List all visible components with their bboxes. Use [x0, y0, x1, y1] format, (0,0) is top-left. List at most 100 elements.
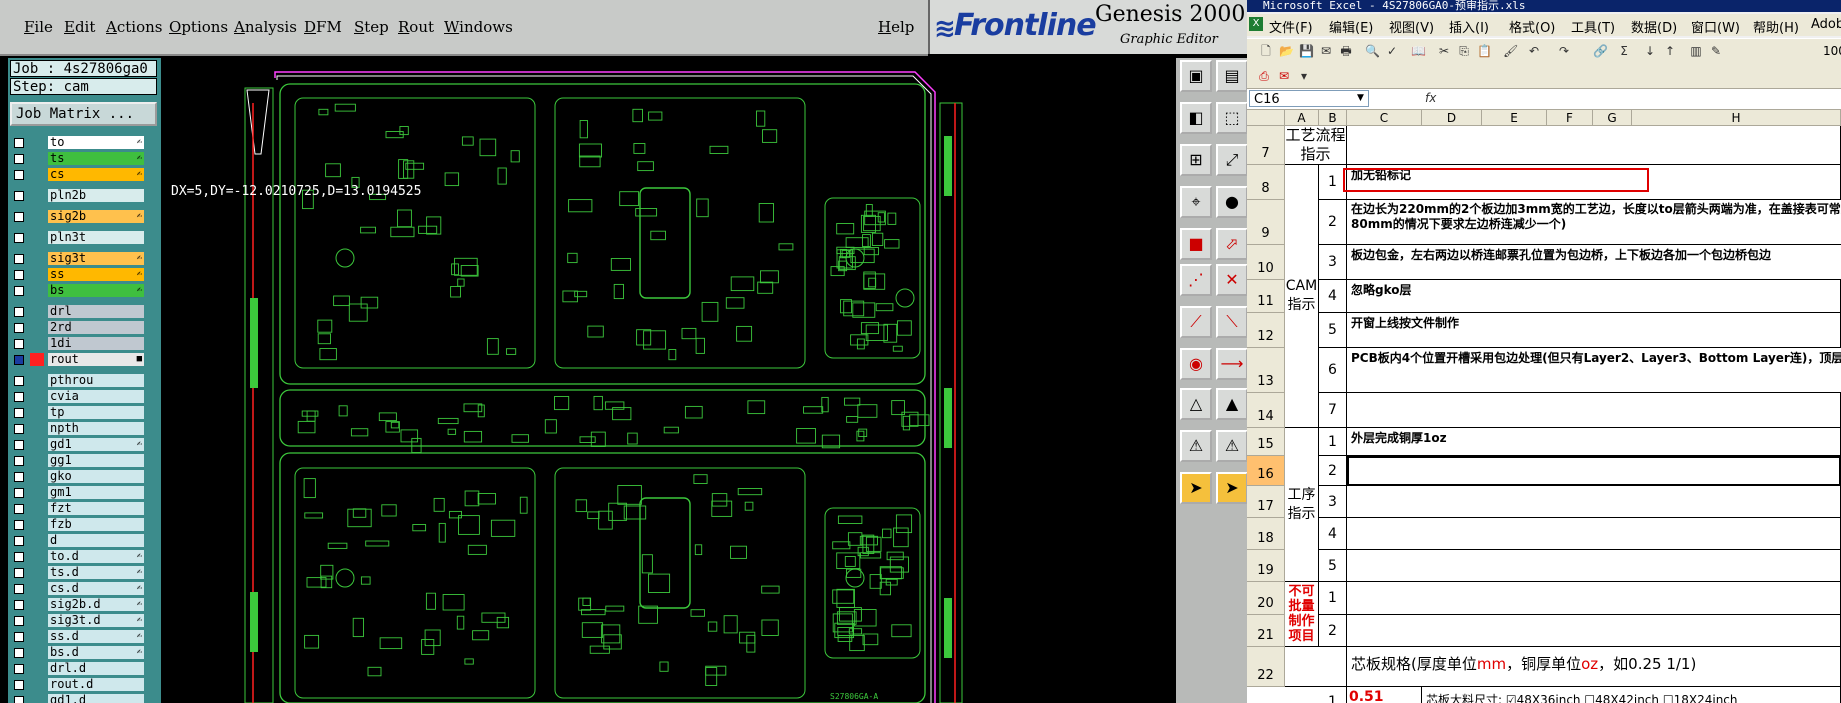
- layer-checkbox[interactable]: [14, 154, 24, 164]
- select-icon[interactable]: ■: [1180, 228, 1212, 260]
- layer-name[interactable]: sig3t.d ✍: [48, 614, 144, 627]
- core-row-number[interactable]: 1: [1319, 687, 1347, 703]
- menu-file[interactable]: File: [24, 18, 53, 36]
- column-header-d[interactable]: D: [1422, 110, 1482, 126]
- pad-icon[interactable]: ◉: [1180, 348, 1212, 380]
- layer-row-pln3t[interactable]: pln3t: [12, 231, 152, 245]
- xmenu-insert[interactable]: 插入(I): [1449, 17, 1489, 36]
- layer-row-npth[interactable]: npth: [12, 422, 152, 436]
- layer-checkbox[interactable]: [14, 488, 24, 498]
- layer-row-gm1[interactable]: gm1: [12, 486, 152, 500]
- pointer-alt-icon[interactable]: ➤: [1216, 472, 1247, 504]
- row-header-10[interactable]: 10: [1247, 245, 1285, 280]
- menu-windows[interactable]: Windows: [444, 18, 513, 36]
- layer-checkbox[interactable]: [14, 170, 24, 180]
- paste-icon[interactable]: 📋: [1477, 44, 1492, 58]
- row-header-20[interactable]: 20: [1247, 582, 1285, 615]
- layer-checkbox[interactable]: [14, 536, 24, 546]
- layer-name[interactable]: 2rd: [48, 321, 144, 334]
- cam-item-number[interactable]: 5: [1319, 313, 1347, 348]
- active-cell-c16[interactable]: [1347, 456, 1841, 486]
- layer-name[interactable]: ss ✍: [48, 268, 144, 281]
- layer-name[interactable]: to.d ✍: [48, 550, 144, 563]
- graphic-canvas[interactable]: S27806GA-A DX=5,DY=-12.0210725,D=13.0194…: [165, 58, 1176, 703]
- menu-actions[interactable]: Actions: [106, 18, 162, 36]
- layer-name[interactable]: sig3t ✍: [48, 252, 144, 265]
- menu-options[interactable]: Options: [169, 18, 228, 36]
- menu-step[interactable]: Step: [354, 18, 389, 36]
- drawing-icon[interactable]: ✎: [1709, 44, 1723, 58]
- nonbatch-item-text[interactable]: [1347, 615, 1841, 647]
- layer-row-ts-d[interactable]: ts.d ✍: [12, 566, 152, 580]
- production-item-text[interactable]: [1347, 486, 1841, 518]
- print-icon[interactable]: 🖶: [1339, 44, 1353, 58]
- cut-icon[interactable]: ✂: [1437, 44, 1451, 58]
- layer-name[interactable]: tp: [48, 406, 144, 419]
- triangle-a-icon[interactable]: ⚠: [1180, 430, 1212, 462]
- name-box-dropdown-icon[interactable]: ▼: [1357, 93, 1364, 103]
- layer-name[interactable]: sig2b ✍: [48, 210, 144, 223]
- pdf-mail-icon[interactable]: ✉: [1277, 69, 1291, 83]
- xmenu-format[interactable]: 格式(O): [1509, 17, 1555, 36]
- production-item-text[interactable]: 外层完成铜厚1oz: [1347, 428, 1841, 456]
- layer-name[interactable]: gm1: [48, 486, 144, 499]
- layer-checkbox[interactable]: [14, 616, 24, 626]
- layer-checkbox[interactable]: [14, 212, 24, 222]
- size-checkbox-icon[interactable]: ☐: [1581, 693, 1595, 703]
- layer-name[interactable]: bs ✍: [48, 284, 144, 297]
- layer-name[interactable]: gd1 ✍: [48, 438, 144, 451]
- row-header-7[interactable]: 7: [1247, 126, 1285, 165]
- row-header-19[interactable]: 19: [1247, 550, 1285, 582]
- layer-checkbox[interactable]: [14, 138, 24, 148]
- layer-name[interactable]: pln2b: [48, 189, 144, 202]
- triangle-b-icon[interactable]: ⚠: [1216, 430, 1247, 462]
- menu-dfm[interactable]: DFM: [304, 18, 342, 36]
- xmenu-tools[interactable]: 工具(T): [1571, 17, 1615, 36]
- layer-row-cvia[interactable]: cvia: [12, 390, 152, 404]
- redo-icon[interactable]: ↷: [1557, 44, 1571, 58]
- layer-name[interactable]: ss.d ✍: [48, 630, 144, 643]
- layer-checkbox[interactable]: [14, 408, 24, 418]
- cam-item-number[interactable]: 7: [1319, 393, 1347, 428]
- layer-row-sig3t[interactable]: sig3t ✍: [12, 252, 152, 266]
- layer-checkbox[interactable]: [14, 584, 24, 594]
- snap-icon[interactable]: ●: [1216, 186, 1247, 218]
- xmenu-view[interactable]: 视图(V): [1389, 17, 1434, 36]
- highlight-icon[interactable]: ▲: [1216, 388, 1247, 420]
- arc-icon[interactable]: ⟍: [1216, 306, 1247, 338]
- route-icon[interactable]: ⟶: [1216, 348, 1247, 380]
- chart-wizard-icon[interactable]: ▥: [1689, 44, 1703, 58]
- menu-analysis[interactable]: Analysis: [234, 18, 297, 36]
- layer-row-2rd[interactable]: 2rd: [12, 321, 152, 335]
- layer-name[interactable]: cs ✍: [48, 168, 144, 181]
- xmenu-data[interactable]: 数据(D): [1631, 17, 1677, 36]
- new-icon[interactable]: 🗋: [1259, 44, 1273, 58]
- layer-checkbox[interactable]: [14, 191, 24, 201]
- row-header-11[interactable]: 11: [1247, 280, 1285, 313]
- layer-row-sig2b[interactable]: sig2b ✍: [12, 210, 152, 224]
- pointer-icon[interactable]: ➤: [1180, 472, 1212, 504]
- cam-item-text[interactable]: 在边长为220mm的2个板边加3mm宽的工艺边，长度以to层箭头两端为准，在盖接…: [1347, 200, 1841, 245]
- format-painter-icon[interactable]: 🖌: [1503, 44, 1518, 58]
- column-header-h[interactable]: H: [1632, 110, 1841, 126]
- layer-checkbox[interactable]: [14, 339, 24, 349]
- layer-checkbox[interactable]: [14, 696, 24, 703]
- core-thickness-value[interactable]: 0.51: [1347, 687, 1422, 703]
- cam-item-text[interactable]: PCB板内4个位置开槽采用包边处理(但只有Layer2、Layer3、Botto…: [1347, 348, 1841, 393]
- production-item-number[interactable]: 2: [1319, 456, 1347, 486]
- row-header-9[interactable]: 9: [1247, 200, 1285, 245]
- menu-help[interactable]: Help: [878, 18, 914, 36]
- cell-production-header[interactable]: 工序指示: [1285, 428, 1319, 582]
- layer-row-fzt[interactable]: fzt: [12, 502, 152, 516]
- layer-checkbox[interactable]: [14, 504, 24, 514]
- measure-icon[interactable]: ⌖: [1180, 186, 1212, 218]
- zoom-in-icon[interactable]: ◧: [1180, 102, 1212, 134]
- layer-checkbox[interactable]: [14, 680, 24, 690]
- layer-row-drl-d[interactable]: drl.d: [12, 662, 152, 676]
- layer-checkbox[interactable]: [14, 552, 24, 562]
- layer-checkbox[interactable]: [14, 323, 24, 333]
- production-item-number[interactable]: 3: [1319, 486, 1347, 518]
- row-header-14[interactable]: 14: [1247, 393, 1285, 428]
- copy-icon[interactable]: ⎘: [1457, 44, 1471, 58]
- size-checkbox-icon[interactable]: ☑: [1502, 693, 1517, 703]
